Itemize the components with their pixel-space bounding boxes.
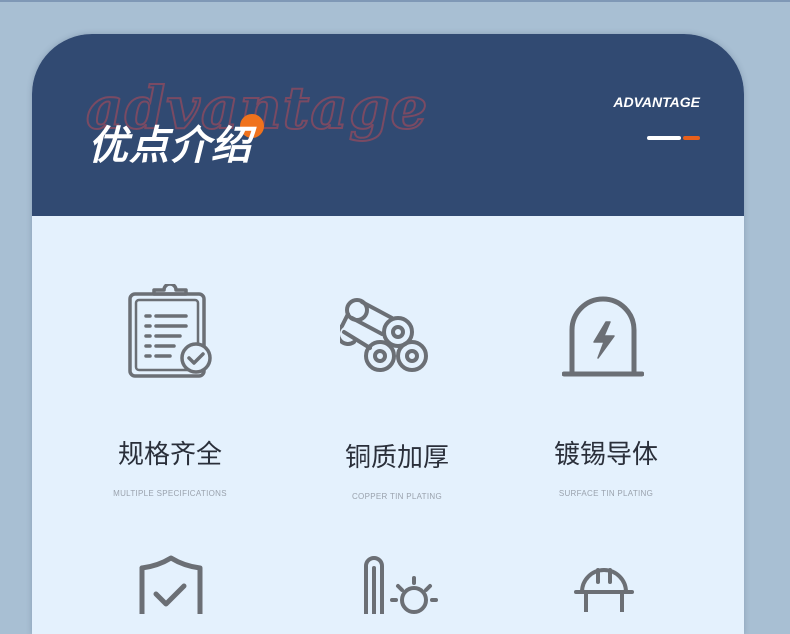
hard-hat-icon bbox=[574, 562, 634, 616]
top-border-line bbox=[0, 0, 790, 2]
feature-specifications: 规格齐全 MULTIPLE SPECIFICATIONS bbox=[60, 434, 280, 498]
feature-subtitle: COPPER TIN PLATING bbox=[351, 492, 442, 501]
decor-bar-orange bbox=[683, 136, 700, 140]
section-subtitle: ADVANTAGE bbox=[613, 94, 700, 110]
feature-title: 镀锡导体 bbox=[553, 440, 658, 470]
card-header: advantage 优点介绍 ADVANTAGE bbox=[32, 34, 744, 216]
feature-title: 铜质加厚 bbox=[344, 443, 449, 473]
feature-copper: 铜质加厚 COPPER TIN PLATING bbox=[287, 437, 507, 501]
lightning-arch-icon bbox=[561, 296, 645, 382]
thermometer-sun-icon bbox=[362, 554, 442, 618]
advantage-card: advantage 优点介绍 ADVANTAGE 规格齐全 MULTIPLE S… bbox=[32, 34, 744, 634]
section-title: 优点介绍 bbox=[88, 123, 252, 169]
feature-title: 规格齐全 bbox=[117, 440, 222, 470]
feature-subtitle: SURFACE TIN PLATING bbox=[558, 489, 654, 498]
decor-bar-white bbox=[647, 136, 681, 140]
feature-subtitle: MULTIPLE SPECIFICATIONS bbox=[113, 489, 227, 498]
shield-check-icon bbox=[138, 554, 204, 618]
feature-tin-plating: 镀锡导体 SURFACE TIN PLATING bbox=[496, 434, 716, 498]
clipboard-check-icon bbox=[124, 282, 214, 383]
copper-rolls-icon bbox=[336, 294, 432, 378]
